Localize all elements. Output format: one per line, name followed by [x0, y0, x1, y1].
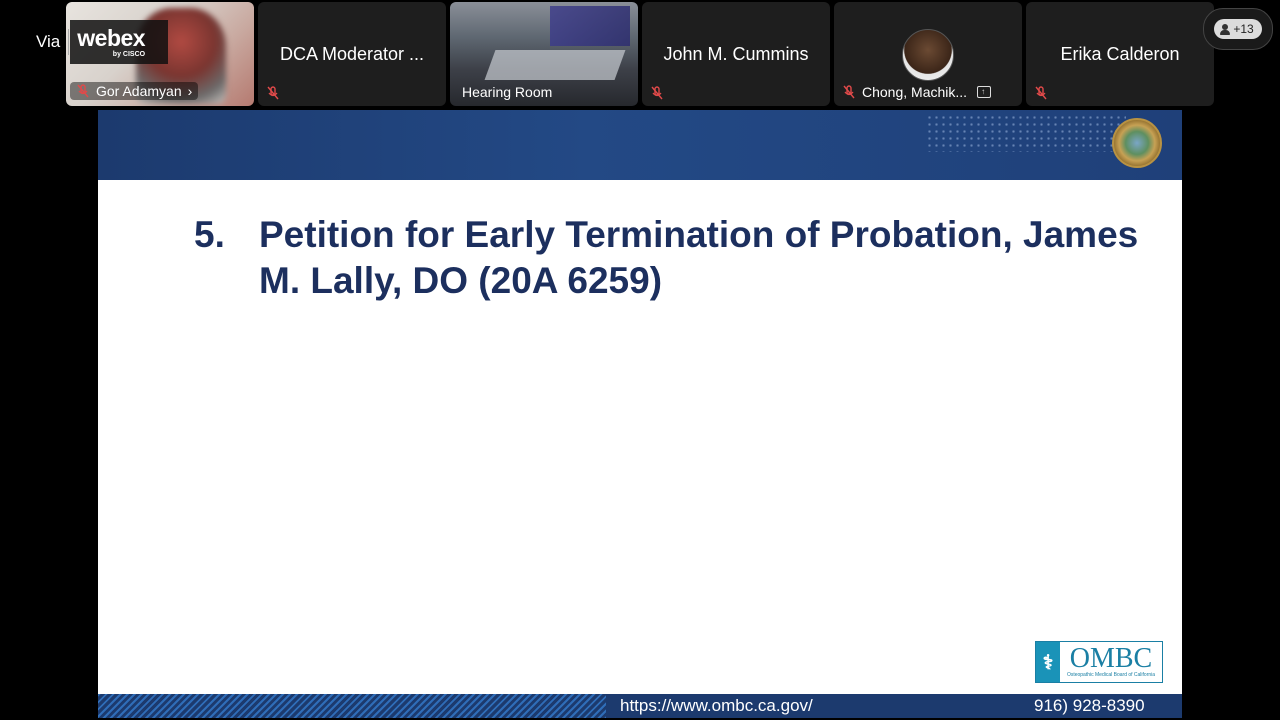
- muted-mic-icon: [650, 86, 664, 100]
- logo-divider: [68, 29, 70, 55]
- slide-title: Petition for Early Termination of Probat…: [259, 214, 1139, 301]
- slide-footer: https://www.ombc.ca.gov/ 916) 928-8390: [98, 694, 1182, 718]
- ombc-logo: ⚕ OMBC Osteopathic Medical Board of Cali…: [1035, 641, 1163, 683]
- participant-name: Gor Adamyan: [96, 83, 182, 99]
- cisco-wordmark: by CISCO: [112, 50, 146, 58]
- participant-name: Chong, Machik...: [862, 84, 968, 100]
- muted-mic-icon: [842, 85, 856, 99]
- participant-tile-hearing-room[interactable]: Hearing Room: [450, 2, 638, 106]
- participant-name: Hearing Room: [462, 84, 553, 100]
- participant-name: DCA Moderator ...: [279, 44, 425, 64]
- participant-tile-dca-moderator[interactable]: DCA Moderator ...: [258, 2, 446, 106]
- room-table: [484, 50, 626, 80]
- muted-mic-icon: [1034, 86, 1048, 100]
- participant-tile-erika-calderon[interactable]: Erika Calderon: [1026, 2, 1214, 106]
- footer-stripes: [98, 694, 606, 718]
- participant-tile-chong[interactable]: Chong, Machik... ↑: [834, 2, 1022, 106]
- chevron-right-icon[interactable]: ›: [188, 83, 193, 99]
- muted-mic-icon: [266, 86, 280, 100]
- webex-wordmark: webex: [77, 24, 146, 51]
- ombc-wordmark: OMBC: [1069, 643, 1153, 674]
- participant-count: +13: [1233, 22, 1254, 36]
- participant-name: John M. Cummins: [663, 44, 809, 64]
- participants-button[interactable]: +13: [1203, 8, 1273, 50]
- participant-tile-john-cummins[interactable]: John M. Cummins: [642, 2, 830, 106]
- caduceus-icon: ⚕: [1036, 642, 1060, 682]
- webex-logo: Via webex by CISCO: [36, 22, 146, 62]
- dot-pattern: [926, 114, 1126, 152]
- via-label: Via: [36, 32, 61, 51]
- slide-header: [98, 110, 1182, 180]
- avatar: [902, 29, 954, 81]
- participant-name: Erika Calderon: [1060, 44, 1180, 64]
- footer-url: https://www.ombc.ca.gov/: [620, 696, 813, 715]
- california-seal-icon: [1112, 118, 1162, 168]
- person-icon: [1220, 23, 1231, 35]
- footer-phone: 916) 928-8390: [1034, 696, 1145, 715]
- participant-strip: Gor Adamyan › DCA Moderator ... Hearing …: [0, 0, 1280, 108]
- ombc-subtitle: Osteopathic Medical Board of California: [1066, 672, 1156, 678]
- screen-share-icon: ↑: [977, 86, 992, 98]
- agenda-item-number: 5.: [194, 214, 225, 255]
- shared-slide: 5. Petition for Early Termination of Pro…: [98, 110, 1182, 718]
- muted-mic-icon: [76, 84, 90, 98]
- room-video: [550, 6, 630, 46]
